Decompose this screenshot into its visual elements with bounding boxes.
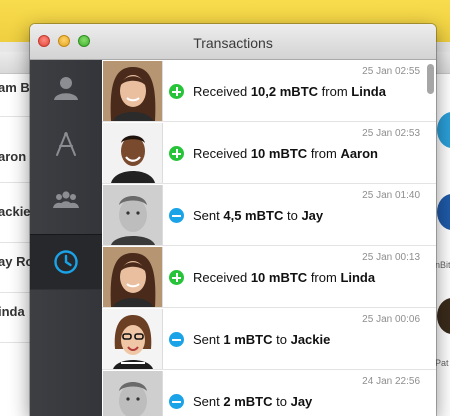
background-text: inda <box>0 304 25 319</box>
background-text: ay Ro <box>0 254 34 269</box>
transaction-row[interactable]: 25 Jan 02:55 Received 10,2 mBTC from Lin… <box>102 60 436 122</box>
app-logo-icon <box>437 112 450 148</box>
sent-minus-icon <box>169 394 184 409</box>
received-plus-icon <box>169 146 184 161</box>
sent-minus-icon <box>169 332 184 347</box>
sent-minus-icon <box>169 208 184 223</box>
background-label: Pat <box>435 358 449 368</box>
clock-icon <box>54 250 78 274</box>
transaction-row[interactable]: 24 Jan 22:56 Sent 2 mBTC to Jay <box>102 370 436 416</box>
transactions-window: Transactions 25 Jan 02:55 Received 10,2 … <box>30 24 436 416</box>
vertical-scrollbar[interactable] <box>427 64 434 412</box>
transaction-description: Received 10,2 mBTC from Linda <box>193 84 386 99</box>
received-plus-icon <box>169 84 184 99</box>
sidebar-item-groups[interactable] <box>30 172 102 228</box>
title-bar[interactable]: Transactions <box>30 24 436 60</box>
sidebar-item-contacts[interactable] <box>30 60 102 116</box>
coin-logo-icon <box>437 298 450 334</box>
scrollbar-thumb[interactable] <box>427 64 434 94</box>
sidebar <box>30 60 102 416</box>
avatar <box>103 309 163 369</box>
transaction-time: 25 Jan 02:53 <box>362 128 420 139</box>
transaction-list[interactable]: 25 Jan 02:55 Received 10,2 mBTC from Lin… <box>102 60 436 416</box>
sidebar-item-apps[interactable] <box>30 116 102 172</box>
background-label: nBit <box>435 260 450 270</box>
transaction-description: Received 10 mBTC from Aaron <box>193 146 378 161</box>
window-title: Transactions <box>193 35 273 51</box>
avatar <box>103 123 163 183</box>
received-plus-icon <box>169 270 184 285</box>
bitcoin-logo-icon <box>437 194 450 230</box>
transaction-row[interactable]: 25 Jan 02:53 Received 10 mBTC from Aaron <box>102 122 436 184</box>
sidebar-item-history[interactable] <box>30 234 102 290</box>
transaction-time: 25 Jan 00:13 <box>362 252 420 263</box>
avatar <box>103 247 163 307</box>
transaction-description: Sent 1 mBTC to Jackie <box>193 332 331 347</box>
transaction-row[interactable]: 25 Jan 01:40 Sent 4,5 mBTC to Jay <box>102 184 436 246</box>
transaction-description: Sent 2 mBTC to Jay <box>193 394 313 409</box>
transaction-time: 24 Jan 22:56 <box>362 376 420 387</box>
background-text: am B <box>0 80 30 95</box>
avatar <box>103 61 163 121</box>
transaction-time: 25 Jan 00:06 <box>362 314 420 325</box>
transaction-description: Sent 4,5 mBTC to Jay <box>193 208 324 223</box>
background-text: aron <box>0 149 27 164</box>
transaction-time: 25 Jan 01:40 <box>362 190 420 201</box>
group-icon <box>53 191 79 208</box>
transaction-time: 25 Jan 02:55 <box>362 66 420 77</box>
avatar <box>103 371 163 416</box>
person-icon <box>54 77 78 100</box>
transaction-description: Received 10 mBTC from Linda <box>193 270 376 285</box>
compass-a-icon <box>56 132 76 156</box>
avatar <box>103 185 163 245</box>
background-text: ackie <box>0 204 31 219</box>
transaction-row[interactable]: 25 Jan 00:13 Received 10 mBTC from Linda <box>102 246 436 308</box>
transaction-row[interactable]: 25 Jan 00:06 Sent 1 mBTC to Jackie <box>102 308 436 370</box>
